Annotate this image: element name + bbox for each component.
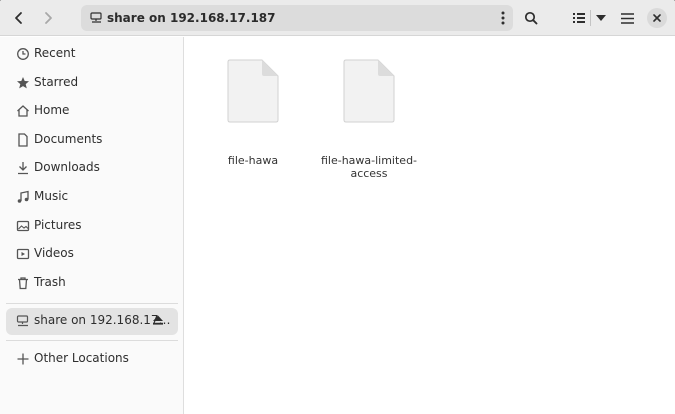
eject-icon[interactable] — [152, 314, 164, 326]
sidebar-item-starred[interactable]: Starred — [6, 70, 178, 97]
downloads-icon — [18, 162, 28, 175]
file-name: file-hawa — [227, 154, 279, 167]
sidebar-separator — [6, 340, 178, 341]
view-more-icon[interactable] — [501, 11, 505, 25]
add-icon — [17, 353, 29, 365]
location-bar[interactable]: share on 192.168.17.187 — [81, 5, 513, 31]
file-manager-window: share on 192.168.17.187 Recent Starred H… — [0, 0, 675, 414]
sidebar-item-label: Music — [34, 189, 69, 203]
go-previous-icon — [15, 12, 22, 24]
close-icon — [653, 14, 661, 22]
sidebar-item-label: Recent — [34, 46, 76, 60]
sidebar-item-downloads[interactable]: Downloads — [6, 155, 178, 182]
sidebar-item-label: Home — [34, 103, 70, 117]
text-file-icon — [343, 59, 395, 123]
sidebar-item-label: Pictures — [34, 218, 82, 232]
sidebar-item-videos[interactable]: Videos — [6, 241, 178, 268]
location-label: share on 192.168.17.187 — [107, 11, 276, 25]
sidebar: Recent Starred Home Documents Downloads … — [0, 37, 184, 414]
sidebar-item-label: share on 192.168.17… — [34, 313, 171, 327]
sidebar-item-home[interactable]: Home — [6, 98, 178, 125]
pictures-icon — [16, 220, 30, 232]
documents-icon — [18, 133, 28, 147]
sidebar-item-other-locations[interactable]: Other Locations — [6, 346, 178, 373]
sidebar-item-label: Videos — [34, 246, 74, 260]
home-icon — [17, 105, 29, 117]
pan-down-icon — [596, 15, 606, 21]
main-menu-button[interactable] — [614, 5, 640, 31]
file-name: file-hawa-limited- access — [320, 154, 418, 180]
go-next-icon — [45, 12, 52, 24]
sidebar-item-label: Trash — [34, 275, 66, 289]
forward-button[interactable] — [35, 5, 61, 31]
trash-icon — [18, 277, 28, 290]
text-file-icon — [227, 59, 279, 123]
search-button[interactable] — [518, 5, 544, 31]
open-menu-icon — [620, 12, 634, 24]
file-view: file-hawa file-hawa-limited- access — [185, 37, 675, 414]
back-button[interactable] — [6, 5, 32, 31]
sidebar-item-recent[interactable]: Recent — [6, 41, 178, 68]
sidebar-item-label: Downloads — [34, 160, 100, 174]
sidebar-item-pictures[interactable]: Pictures — [6, 213, 178, 240]
sidebar-item-label: Other Locations — [34, 351, 129, 365]
network-drive-icon — [90, 12, 102, 23]
view-options-button[interactable] — [588, 5, 614, 31]
recent-icon — [17, 48, 29, 60]
network-drive-icon — [16, 315, 29, 327]
search-icon — [524, 11, 538, 25]
sidebar-item-label: Documents — [34, 132, 103, 146]
sidebar-item-trash[interactable]: Trash — [6, 270, 178, 297]
view-list-icon — [573, 13, 585, 23]
sidebar-item-music[interactable]: Music — [6, 184, 178, 211]
sidebar-item-label: Starred — [34, 75, 79, 89]
starred-icon — [17, 77, 29, 89]
header-bar: share on 192.168.17.187 — [0, 0, 675, 36]
close-button[interactable] — [647, 8, 667, 28]
sidebar-separator — [6, 303, 178, 304]
music-icon — [17, 190, 29, 203]
videos-icon — [16, 248, 30, 260]
sidebar-item-documents[interactable]: Documents — [6, 127, 178, 154]
sidebar-item-network-share[interactable]: share on 192.168.17… — [6, 308, 178, 335]
